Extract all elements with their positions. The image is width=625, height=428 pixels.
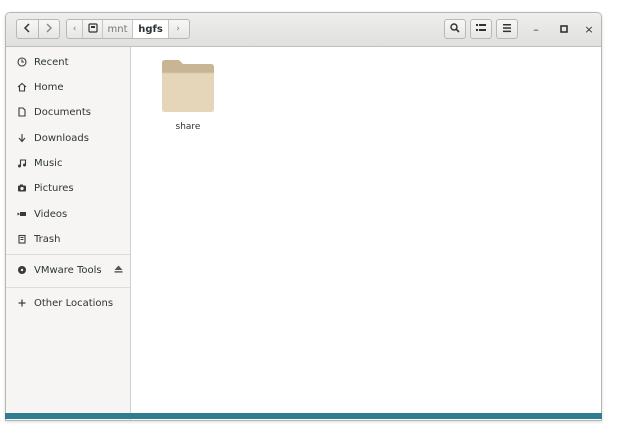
- recent-clock-icon: [16, 56, 28, 68]
- navigation-buttons: [16, 19, 60, 39]
- sidebar-separator: [6, 254, 130, 255]
- disc-icon: [16, 264, 28, 276]
- search-button[interactable]: [444, 19, 466, 39]
- folder-icon: [159, 59, 217, 117]
- sidebar-item-label: VMware Tools: [34, 264, 102, 276]
- plus-icon: [16, 297, 28, 309]
- forward-button[interactable]: [37, 20, 60, 38]
- file-item-share[interactable]: share: [157, 59, 219, 132]
- close-icon: ×: [584, 22, 594, 36]
- download-arrow-icon: [16, 132, 28, 144]
- sidebar-item-videos[interactable]: Videos: [6, 203, 130, 225]
- minimize-icon: –: [533, 22, 539, 36]
- view-options-icon: [476, 23, 486, 36]
- sidebar-item-recent[interactable]: Recent: [6, 51, 130, 73]
- eject-icon[interactable]: [114, 265, 123, 276]
- camera-icon: [16, 182, 28, 194]
- close-button[interactable]: ×: [580, 19, 598, 39]
- music-note-icon: [16, 157, 28, 169]
- sidebar-item-label: Recent: [34, 56, 69, 68]
- sidebar-item-label: Documents: [34, 106, 92, 118]
- sidebar-separator: [6, 287, 130, 288]
- sidebar-item-home[interactable]: Home: [6, 76, 130, 98]
- path-segment-mnt[interactable]: mnt: [103, 20, 133, 38]
- path-root-button[interactable]: [83, 20, 103, 38]
- main-menu-button[interactable]: [496, 19, 518, 39]
- home-icon: [16, 81, 28, 93]
- file-view: share: [131, 47, 601, 420]
- sidebar-item-downloads[interactable]: Downloads: [6, 127, 130, 149]
- window-bottom-edge: [5, 413, 602, 419]
- sidebar-item-label: Trash: [34, 233, 61, 245]
- sidebar-item-documents[interactable]: Documents: [6, 101, 130, 123]
- sidebar: Recent Home Documents Downloads Music Pi…: [6, 47, 131, 420]
- sidebar-item-label: Other Locations: [34, 297, 114, 309]
- sidebar-item-label: Music: [34, 157, 63, 169]
- search-icon: [450, 22, 460, 36]
- sidebar-item-label: Videos: [34, 208, 68, 220]
- hamburger-menu-icon: [502, 23, 512, 36]
- sidebar-item-label: Downloads: [34, 132, 89, 144]
- minimize-button[interactable]: –: [527, 19, 545, 39]
- sidebar-item-label: Pictures: [34, 182, 74, 194]
- view-options-button[interactable]: [470, 19, 492, 39]
- maximize-button[interactable]: [555, 19, 573, 39]
- header-bar: ‹ mnt hgfs › – ×: [6, 13, 601, 47]
- document-icon: [16, 106, 28, 118]
- path-bar: ‹ mnt hgfs ›: [66, 19, 190, 39]
- chevron-right-icon: [45, 22, 53, 36]
- sidebar-item-music[interactable]: Music: [6, 152, 130, 174]
- video-camera-icon: [16, 208, 28, 220]
- sidebar-item-label: Home: [34, 81, 64, 93]
- trash-icon: [16, 233, 28, 245]
- file-manager-window: ‹ mnt hgfs › – × Recent Home Documents D…: [5, 12, 602, 421]
- path-scroll-right-button[interactable]: ›: [169, 20, 187, 38]
- path-scroll-left-button[interactable]: ‹: [67, 20, 83, 38]
- sidebar-item-vmware-tools[interactable]: VMware Tools: [6, 259, 130, 281]
- maximize-icon: [560, 23, 568, 36]
- sidebar-item-trash[interactable]: Trash: [6, 228, 130, 250]
- sidebar-item-other-locations[interactable]: Other Locations: [6, 292, 130, 314]
- sidebar-item-pictures[interactable]: Pictures: [6, 177, 130, 199]
- chevron-left-icon: [23, 22, 31, 36]
- back-button[interactable]: [17, 20, 38, 38]
- file-item-label: share: [175, 122, 201, 132]
- path-segment-hgfs[interactable]: hgfs: [133, 20, 169, 38]
- drive-icon: [87, 22, 98, 36]
